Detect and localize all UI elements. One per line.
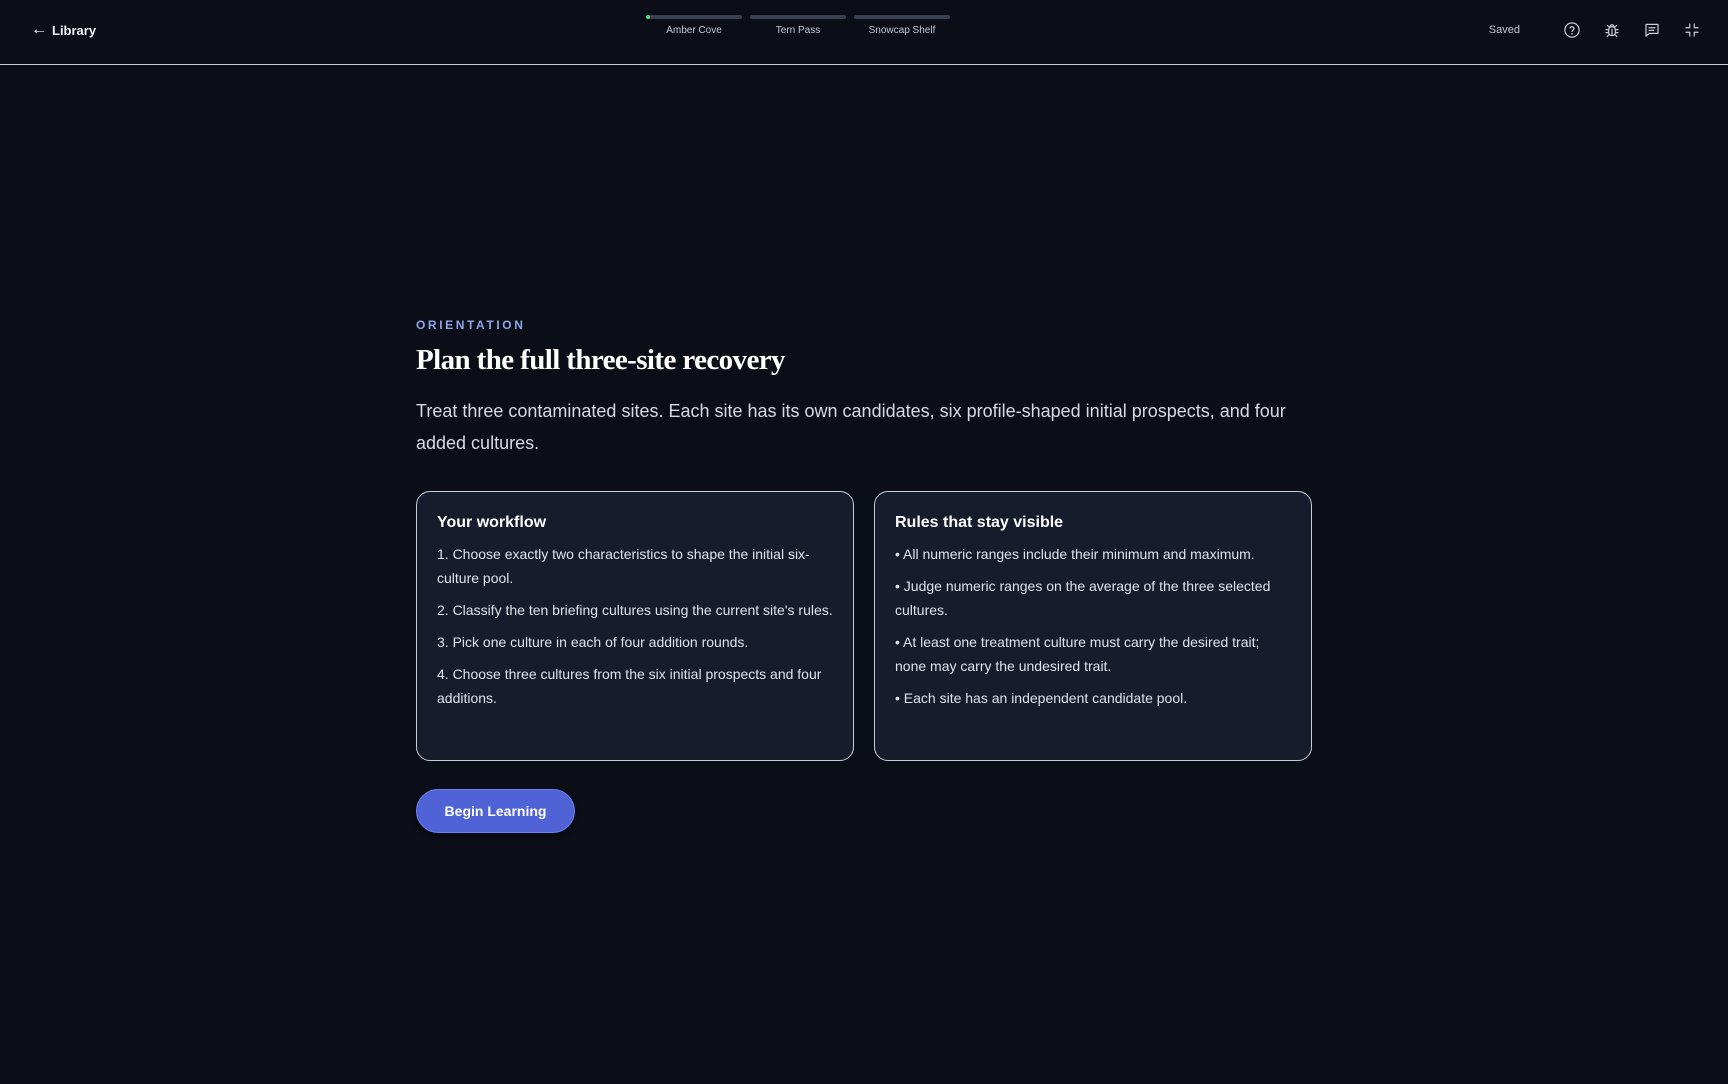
toolbar-right: Saved bbox=[1489, 20, 1702, 40]
rule-item: • Judge numeric ranges on the average of… bbox=[895, 578, 1271, 618]
workflow-heading: Your workflow bbox=[437, 514, 547, 531]
step-progress-track bbox=[854, 15, 950, 19]
feedback-button[interactable] bbox=[1642, 20, 1662, 40]
workflow-item: 4. Choose three cultures from the six in… bbox=[437, 666, 822, 706]
rule-item: • Each site has an independent candidate… bbox=[895, 690, 1188, 706]
rules-heading: Rules that stay visible bbox=[895, 514, 1064, 531]
help-button[interactable] bbox=[1562, 20, 1582, 40]
help-circle-icon bbox=[1564, 22, 1580, 38]
back-link-label: Library bbox=[52, 22, 97, 38]
exit-fullscreen-button[interactable] bbox=[1682, 20, 1702, 40]
step-progress-track bbox=[750, 15, 846, 19]
step-tern-pass[interactable]: Tern Pass bbox=[750, 15, 846, 36]
section-eyebrow: ORIENTATION bbox=[416, 318, 526, 332]
rule-item: • All numeric ranges include their minim… bbox=[895, 546, 1255, 562]
arrow-left-icon: ← bbox=[31, 21, 47, 38]
rule-item: • At least one treatment culture must ca… bbox=[895, 634, 1260, 674]
step-progress-track bbox=[646, 15, 742, 19]
step-label: Amber Cove bbox=[666, 25, 722, 36]
saved-status: Saved bbox=[1488, 24, 1520, 36]
intro-text: Treat three contaminated sites. Each sit… bbox=[416, 401, 1286, 453]
rules-card: Rules that stay visible • All numeric ra… bbox=[874, 491, 1312, 761]
bug-icon bbox=[1605, 24, 1619, 37]
minimize-icon bbox=[1685, 23, 1699, 37]
top-bar: ← Library Amber Cove Tern Pass Snowcap S… bbox=[0, 0, 1728, 65]
step-label: Snowcap Shelf bbox=[868, 25, 936, 36]
begin-learning-button[interactable]: Begin Learning bbox=[416, 789, 575, 833]
orientation-panel: ORIENTATION Plan the full three-site rec… bbox=[416, 318, 1312, 833]
workflow-item: 1. Choose exactly two characteristics to… bbox=[437, 546, 810, 586]
message-icon bbox=[1645, 23, 1659, 37]
workflow-item: 3. Pick one culture in each of four addi… bbox=[437, 634, 749, 650]
workflow-card: Your workflow 1. Choose exactly two char… bbox=[416, 491, 854, 761]
step-progress-fill bbox=[646, 15, 650, 19]
back-to-library-link[interactable]: ← Library bbox=[31, 22, 96, 38]
step-label: Tern Pass bbox=[775, 25, 821, 36]
site-progress-steps: Amber Cove Tern Pass Snowcap Shelf bbox=[646, 15, 950, 36]
step-snowcap-shelf[interactable]: Snowcap Shelf bbox=[854, 15, 950, 36]
report-bug-button[interactable] bbox=[1602, 20, 1622, 40]
workflow-item: 2. Classify the ten briefing cultures us… bbox=[437, 602, 833, 618]
step-amber-cove[interactable]: Amber Cove bbox=[646, 15, 742, 36]
info-cards: Your workflow 1. Choose exactly two char… bbox=[416, 491, 1312, 761]
page-title: Plan the full three-site recovery bbox=[416, 344, 786, 376]
